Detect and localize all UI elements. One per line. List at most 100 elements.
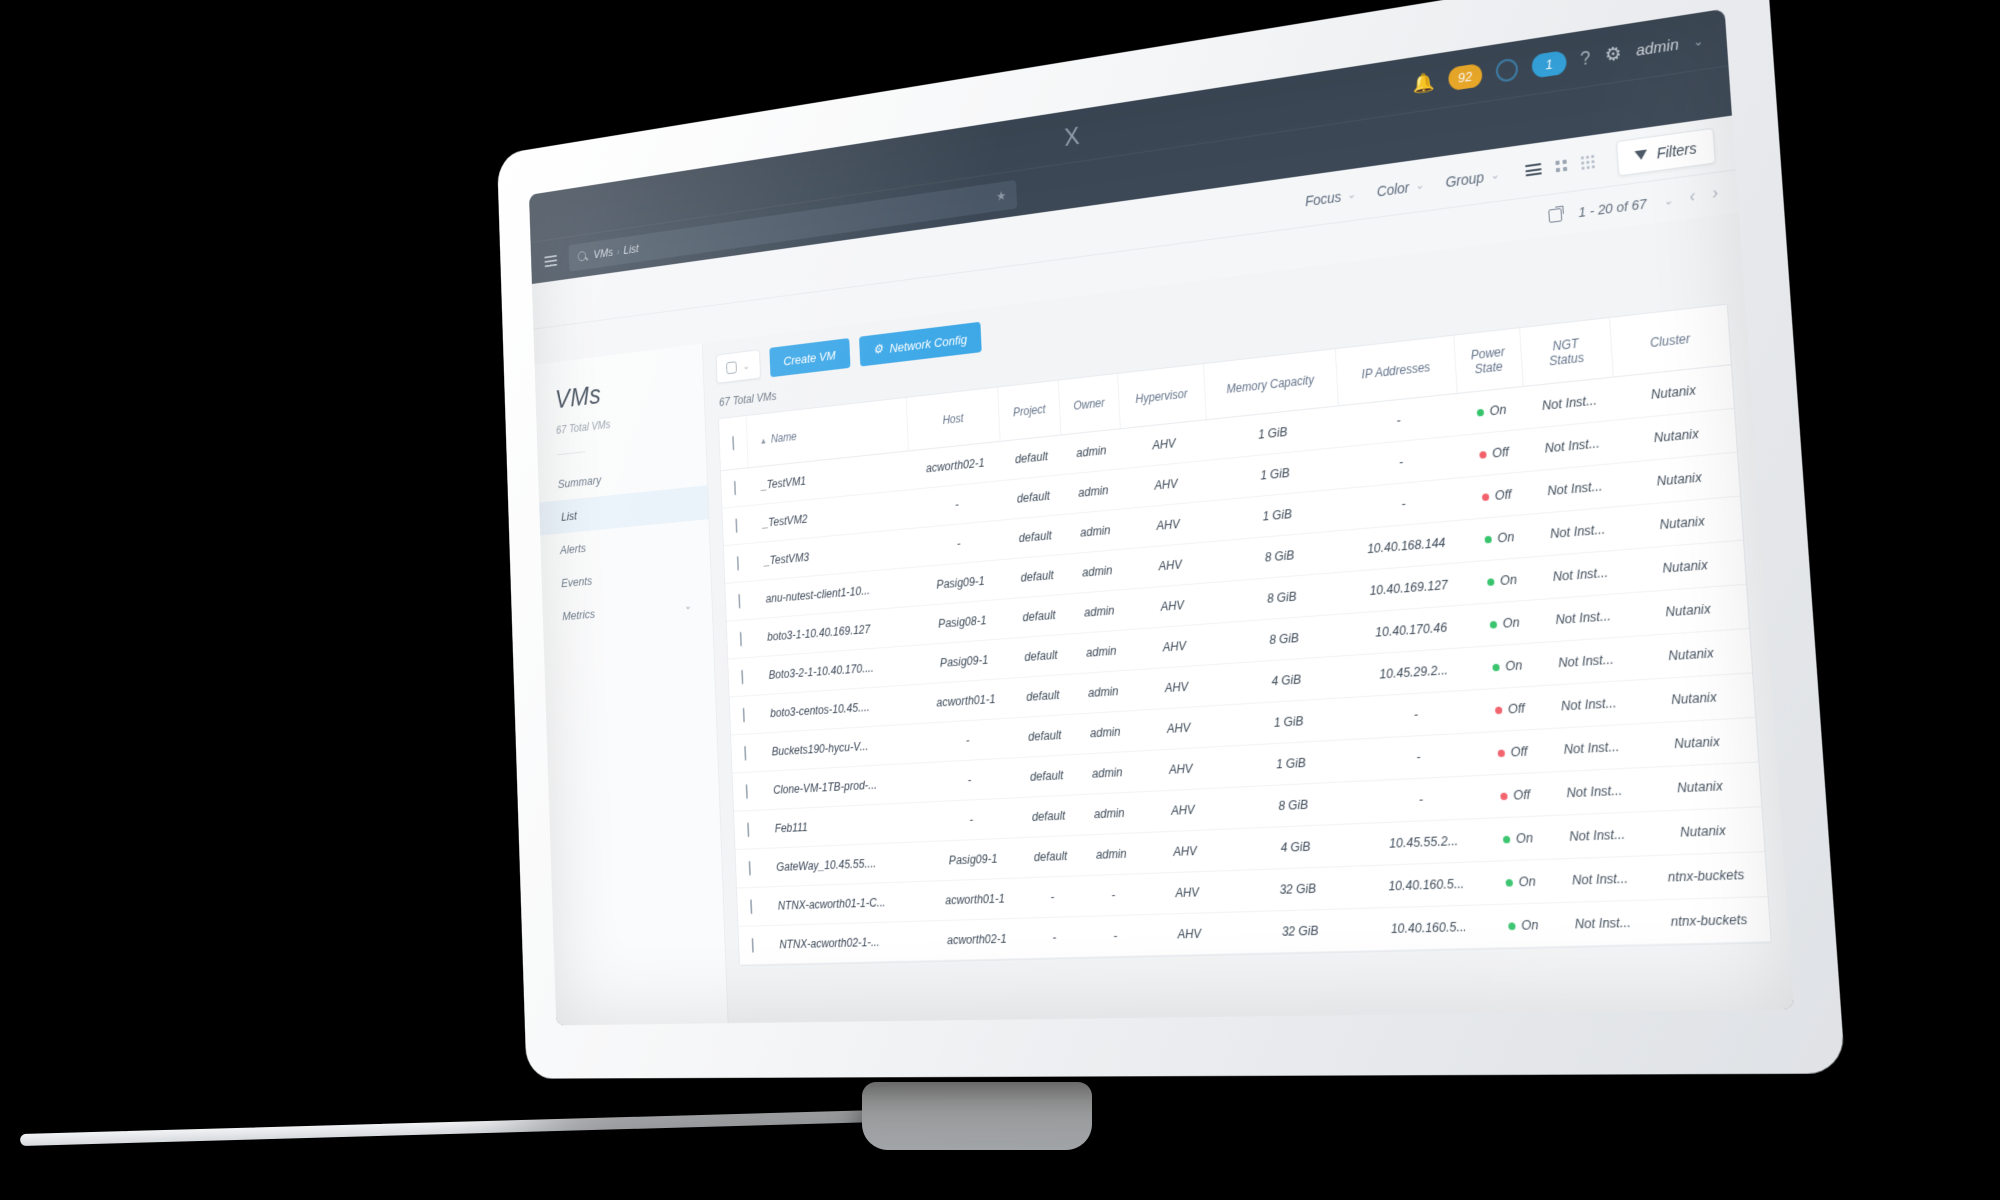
cell-hypervisor: AHV [1132,664,1222,711]
cell-owner: admin [1078,791,1141,836]
chevron-down-icon[interactable]: ⌄ [1663,193,1674,208]
checkbox-icon[interactable] [747,822,750,838]
cell-ip-addresses: - [1354,689,1479,740]
header-label-line2: Status [1548,350,1585,369]
checkbox-icon [726,360,738,374]
status-dot-icon [1505,879,1513,887]
network-config-button[interactable]: ⚙ Network Config [858,321,983,367]
cell-owner: admin [1070,629,1133,674]
chevron-down-icon: ⌄ [1414,179,1425,193]
group-label: Group [1445,168,1485,190]
checkbox-icon[interactable] [741,669,744,685]
list-view-icon[interactable] [1524,160,1542,179]
checkbox-icon[interactable] [733,480,737,496]
header-owner[interactable]: Owner [1058,373,1121,435]
filters-button[interactable]: Filters [1615,127,1716,176]
header-ngt-status[interactable]: NGT Status [1519,317,1614,387]
row-checkbox-cell[interactable] [722,505,751,546]
status-dot-icon [1486,578,1495,587]
vm-table-container: ▲ Name Host Project Owner Hypervisor Memo… [718,303,1772,967]
favorite-star-icon[interactable]: ★ [996,188,1007,205]
cell-owner: admin [1074,710,1137,755]
bell-icon[interactable]: 🔔 [1412,71,1435,94]
cell-hypervisor: AHV [1144,912,1235,956]
row-checkbox-cell[interactable] [733,810,763,850]
table-body: _TestVM1 acworth02-1 default admin AHV 1 GiB -… [720,364,1771,965]
row-checkbox-cell[interactable] [735,848,765,888]
info-count-badge[interactable]: 1 [1530,49,1567,79]
header-label: Project [1012,402,1046,420]
pagination-range: 1 - 20 of 67 [1578,195,1647,220]
row-checkbox-cell[interactable] [729,695,759,736]
row-checkbox-cell[interactable] [720,467,750,509]
help-icon[interactable]: ? [1580,47,1592,70]
row-checkbox-cell[interactable] [728,657,757,697]
cell-name: Feb111 [761,802,926,849]
brand-logo[interactable]: X [1064,120,1082,152]
checkbox-icon[interactable] [745,784,748,800]
header-project[interactable]: Project [997,380,1061,442]
status-dot-icon [1484,535,1492,544]
breadcrumb-separator: › [616,246,620,258]
alert-count-badge[interactable]: 92 [1447,62,1483,91]
cell-ip-addresses: - [1357,732,1481,782]
cell-power-state: On [1467,556,1537,605]
cell-ngt-status: Not Inst... [1538,636,1634,686]
header-select-all[interactable] [718,416,748,471]
status-dot-icon [1481,493,1489,502]
header-power-state[interactable]: Power State [1454,328,1523,394]
focus-dropdown[interactable]: Focus ⌄ [1305,186,1357,209]
cell-hypervisor: AHV [1136,746,1226,792]
cell-host: Pasig09-1 [917,638,1012,685]
row-checkbox-cell[interactable] [723,543,753,584]
header-host[interactable]: Host [906,387,1001,451]
circle-outline-icon[interactable] [1495,57,1519,84]
cell-owner: admin [1060,428,1123,475]
checkbox-icon[interactable] [736,555,739,571]
row-checkbox-cell[interactable] [732,771,762,812]
power-state-label: Off [1512,787,1531,803]
row-checkbox-cell[interactable] [736,887,766,927]
sidebar-item-label: Alerts [559,540,587,557]
header-label-line2: State [1474,359,1504,377]
checkbox-icon[interactable] [751,937,754,953]
cell-hypervisor: AHV [1126,541,1215,590]
row-checkbox-cell[interactable] [731,733,760,774]
cell-memory-capacity: 4 GiB [1227,823,1365,871]
cell-project: default [1015,754,1079,798]
next-page-button[interactable]: › [1712,184,1719,204]
export-icon[interactable] [1548,207,1563,223]
checkbox-icon[interactable] [739,631,742,647]
checkbox-icon[interactable] [748,860,751,876]
create-vm-button[interactable]: Create VM [769,338,851,378]
power-state-label: Off [1510,744,1528,760]
hamburger-icon[interactable] [544,254,558,267]
status-dot-icon [1491,663,1500,672]
checkbox-icon[interactable] [731,435,735,451]
select-all-dropdown[interactable]: ⌄ [715,349,761,384]
row-checkbox-cell[interactable] [738,925,768,965]
cell-owner: - [1084,914,1147,958]
checkbox-icon[interactable] [750,899,753,915]
cell-project: default [1000,434,1063,481]
dots-view-icon[interactable] [1580,154,1595,170]
user-menu-label[interactable]: admin [1635,35,1679,59]
status-dot-icon [1478,451,1487,460]
row-checkbox-cell[interactable] [726,619,756,660]
grid-view-icon[interactable] [1555,159,1568,173]
checkbox-icon[interactable] [744,745,747,761]
checkbox-icon[interactable] [738,593,741,609]
header-hypervisor[interactable]: Hypervisor [1117,364,1207,429]
checkbox-icon[interactable] [735,518,738,534]
breadcrumb-root[interactable]: VMs [593,245,613,261]
row-checkbox-cell[interactable] [725,581,754,622]
gear-icon[interactable]: ⚙ [1604,42,1622,66]
cell-cluster: Nutanix [1642,806,1765,856]
cell-owner: admin [1066,548,1129,594]
cell-ngt-status: Not Inst... [1536,592,1631,643]
checkbox-icon[interactable] [742,707,745,723]
chevron-down-icon[interactable]: ⌄ [1693,34,1704,49]
prev-page-button[interactable]: ‹ [1689,187,1696,207]
color-dropdown[interactable]: Color ⌄ [1376,177,1425,199]
group-dropdown[interactable]: Group ⌄ [1445,166,1500,190]
